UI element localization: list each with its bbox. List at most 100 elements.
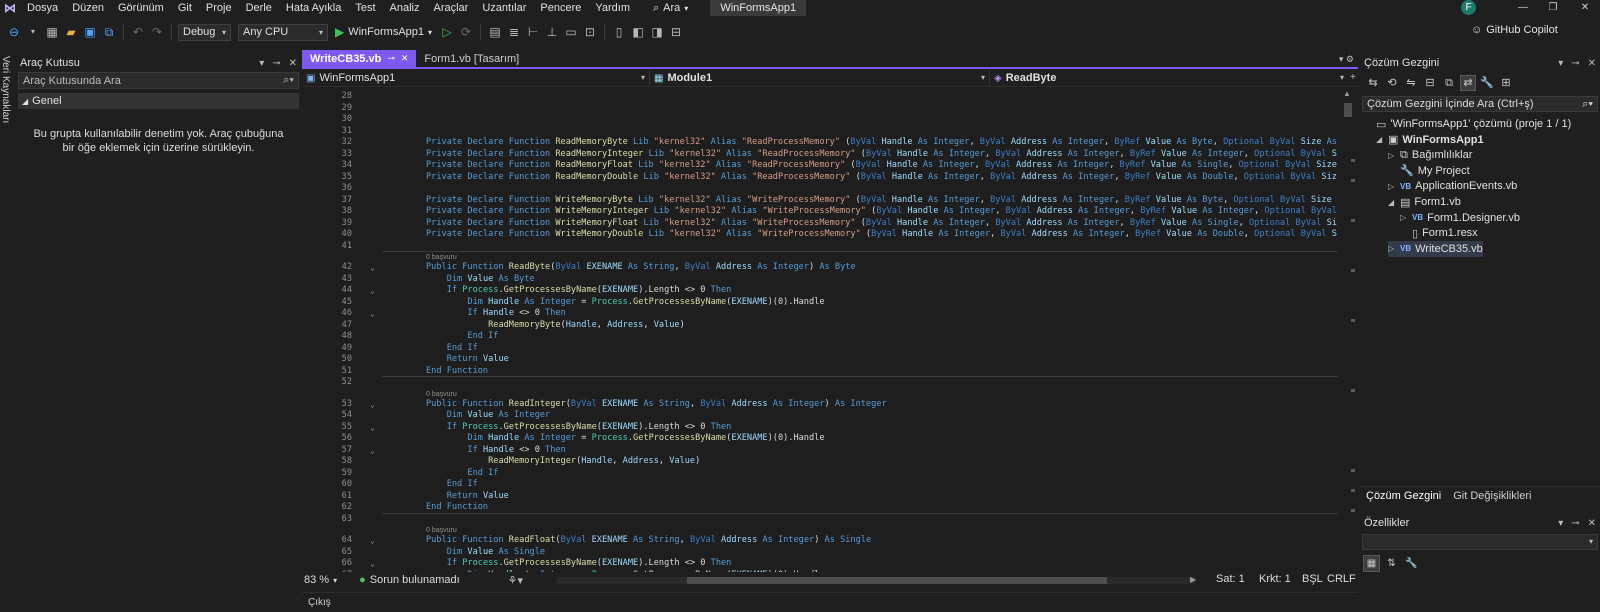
sync-icon[interactable]: ⇋ (1404, 76, 1418, 90)
code-line[interactable]: 56 Dim Handle As Integer = Process.GetPr… (302, 433, 1338, 445)
line-indicator[interactable]: Sat: 1 (1216, 573, 1245, 585)
minimize-icon[interactable]: — (1516, 0, 1530, 16)
code-line[interactable]: 33 Private Declare Function ReadMemoryInt… (302, 149, 1338, 161)
toolbox-search-input[interactable]: Araç Kutusunda Ara ⌕▾ (18, 72, 299, 89)
tab-solution-explorer[interactable]: Çözüm Gezgini (1360, 490, 1447, 502)
code-line[interactable]: 29 (302, 103, 1338, 115)
restore-icon[interactable]: ❐ (1546, 0, 1560, 16)
visual-studio-logo-icon[interactable]: ⋈ (0, 0, 20, 16)
history-icon[interactable]: ⟲ (1385, 76, 1399, 90)
layout-icon[interactable]: ▤ (487, 24, 503, 40)
code-line[interactable]: 48 End If (302, 331, 1338, 343)
tree-item[interactable]: ▷ VB Form1.Designer.vb (1400, 210, 1520, 226)
code-lens-references[interactable]: 0 başvuru (302, 525, 1338, 535)
code-line[interactable]: 47 ReadMemoryByte(Handle, Address, Value… (302, 320, 1338, 332)
expand-arrow-icon[interactable]: ◢ (1388, 198, 1396, 207)
code-lens-references[interactable]: 0 başvuru (302, 252, 1338, 262)
tab-form1-design[interactable]: Form1.vb [Tasarım] (416, 50, 527, 67)
open-folder-icon[interactable]: ▰ (63, 24, 79, 40)
close-icon[interactable]: ✕ (1578, 0, 1592, 16)
code-line[interactable]: 50 Return Value (302, 354, 1338, 366)
uncomment-icon[interactable]: ⊡ (582, 24, 598, 40)
align-left-icon[interactable]: ⊢ (525, 24, 541, 40)
code-line[interactable]: 60 End If (302, 479, 1338, 491)
menu-item[interactable]: Dosya (20, 0, 65, 16)
pin-icon[interactable]: ⊸ (1571, 518, 1579, 529)
issues-status[interactable]: ● Sorun bulunamadı (359, 574, 460, 586)
scroll-right-icon[interactable]: ▶ (1190, 575, 1196, 584)
new-project-icon[interactable]: ▦ (44, 24, 60, 40)
undo-icon[interactable]: ↶ (130, 24, 146, 40)
alphabetical-icon[interactable]: ⇅ (1384, 556, 1399, 571)
code-line[interactable]: 46 ⌄ If Handle <> 0 Then (302, 308, 1338, 320)
code-cleanup-icon[interactable]: ⚘▾ (508, 574, 523, 587)
code-line[interactable]: 53 ⌄ Public Function ReadInteger(ByVal EXE… (302, 399, 1338, 411)
menu-item[interactable]: Araçlar (427, 0, 476, 16)
code-line[interactable]: 32 Private Declare Function ReadMemoryByt… (302, 137, 1338, 149)
clear-bookmarks-icon[interactable]: ⊟ (668, 24, 684, 40)
fold-toggle-icon[interactable]: ⌄ (370, 445, 375, 457)
expand-arrow-icon[interactable]: ▷ (1388, 244, 1396, 253)
code-line[interactable]: 28 (302, 91, 1338, 103)
data-sources-tab[interactable]: Veri Kaynakları (0, 56, 11, 123)
user-avatar[interactable]: F (1461, 0, 1476, 15)
show-all-files-icon[interactable]: ⧉ (1442, 76, 1456, 90)
tree-item[interactable]: 🔧 My Project (1388, 163, 1470, 179)
prev-bookmark-icon[interactable]: ◧ (630, 24, 646, 40)
menu-item[interactable]: Git (171, 0, 199, 16)
menu-item[interactable]: Analiz (383, 0, 427, 16)
project-nav-select[interactable]: ▣ WinFormsApp1 ▾ (302, 69, 650, 86)
start-debug-button[interactable]: ▶ WinFormsApp1 ▾ (331, 25, 436, 39)
forward-icon[interactable]: ▾ (25, 24, 41, 40)
code-line[interactable]: 39 Private Declare Function WriteMemoryFl… (302, 218, 1338, 230)
scroll-up-icon[interactable]: ▲ (1343, 89, 1351, 98)
code-line[interactable]: 52 (302, 377, 1338, 389)
tree-item[interactable]: ◢ ▣ WinFormsApp1 (1376, 132, 1484, 148)
menu-item[interactable]: Pencere (533, 0, 588, 16)
categorized-icon[interactable]: ▦ (1363, 555, 1380, 572)
property-pages-icon[interactable]: 🔧 (1404, 556, 1419, 571)
bookmark-icon[interactable]: ▯ (611, 24, 627, 40)
fold-toggle-icon[interactable]: ⌄ (370, 558, 375, 570)
code-line[interactable]: 37 Private Declare Function WriteMemoryBy… (302, 195, 1338, 207)
comment-icon[interactable]: ▭ (563, 24, 579, 40)
line-ending-indicator[interactable]: CRLF (1327, 573, 1356, 585)
column-indicator[interactable]: Krkt: 1 (1259, 573, 1291, 585)
menu-item[interactable]: Test (348, 0, 382, 16)
code-line[interactable]: 34 Private Declare Function ReadMemoryFlo… (302, 160, 1338, 172)
fold-toggle-icon[interactable]: ⌄ (370, 535, 375, 547)
search-menu[interactable]: ⌕ Ara ▾ (643, 2, 698, 15)
code-line[interactable]: 44 ⌄ If Process.GetProcessesByName(EXENAM… (302, 285, 1338, 297)
insert-mode-indicator[interactable]: BŞL (1302, 573, 1323, 585)
next-bookmark-icon[interactable]: ◨ (649, 24, 665, 40)
scroll-thumb[interactable] (1344, 103, 1352, 117)
redo-icon[interactable]: ↷ (149, 24, 165, 40)
menu-item[interactable]: Uzantılar (475, 0, 533, 16)
fold-toggle-icon[interactable]: ⌄ (370, 262, 375, 274)
expand-arrow-icon[interactable]: ◢ (1376, 135, 1384, 144)
close-tab-icon[interactable]: ✕ (401, 53, 409, 64)
code-line[interactable]: 66 ⌄ If Process.GetProcessesByName(EXENAM… (302, 558, 1338, 570)
hot-reload-icon[interactable]: ⟳ (458, 24, 474, 40)
code-line[interactable]: 40 Private Declare Function WriteMemoryDo… (302, 229, 1338, 241)
module-nav-select[interactable]: ▦ Module1 ▾ (650, 69, 990, 86)
fold-toggle-icon[interactable]: ⌄ (370, 399, 375, 411)
pin-icon[interactable]: ⊸ (1571, 58, 1579, 69)
zoom-level[interactable]: 83 % (304, 574, 329, 586)
configuration-select[interactable]: Debug ▾ (178, 23, 231, 41)
align-center-icon[interactable]: ⊥ (544, 24, 560, 40)
code-area[interactable]: 28 29 30 31 32 Private Declare Function ReadM… (302, 89, 1338, 589)
close-icon[interactable]: ✕ (1588, 518, 1596, 529)
save-all-icon[interactable]: ⧉ (101, 24, 117, 40)
switch-views-icon[interactable]: ⇆ (1366, 76, 1380, 90)
properties-object-select[interactable]: ▾ (1362, 534, 1598, 550)
code-line[interactable]: 42 ⌄ Public Function ReadByte(ByVal EXENAM… (302, 262, 1338, 274)
code-line[interactable]: 64 ⌄ Public Function ReadFloat(ByVal EXENA… (302, 535, 1338, 547)
menu-item[interactable]: Görünüm (111, 0, 171, 16)
save-icon[interactable]: ▣ (82, 24, 98, 40)
member-nav-select[interactable]: ◈ ReadByte ▾ (990, 70, 1348, 86)
format-icon[interactable]: ≣ (506, 24, 522, 40)
code-line[interactable]: 61 Return Value (302, 491, 1338, 503)
code-line[interactable]: 36 (302, 183, 1338, 195)
fold-toggle-icon[interactable]: ⌄ (370, 422, 375, 434)
